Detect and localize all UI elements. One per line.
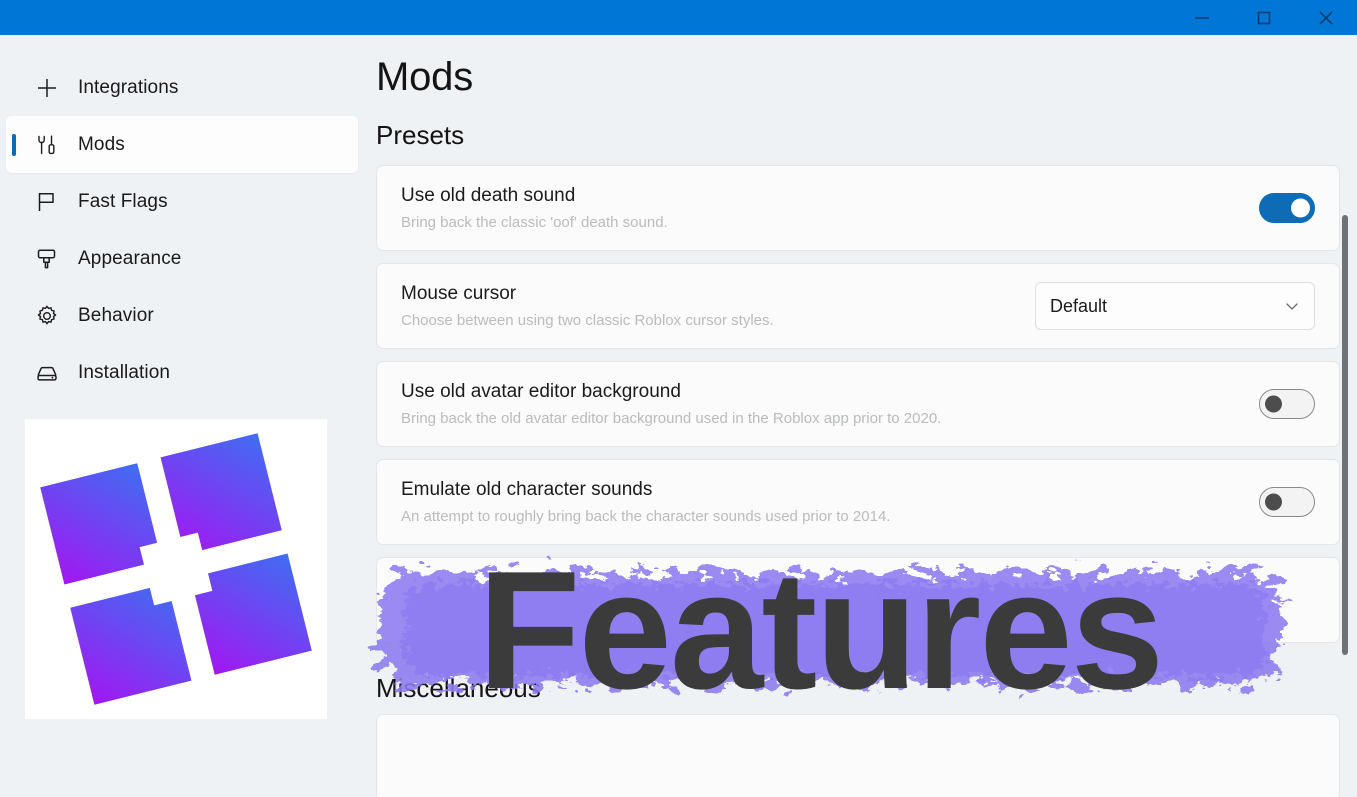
sidebar-item-label: Behavior — [78, 304, 154, 326]
sidebar-item-mods[interactable]: Mods — [6, 116, 358, 173]
setting-card[interactable]: Emulate old character sounds An attempt … — [376, 459, 1340, 545]
setting-card[interactable]: Use old avatar editor background Bring b… — [376, 361, 1340, 447]
scrollbar-thumb[interactable] — [1342, 215, 1348, 655]
sidebar-item-label: Integrations — [78, 76, 179, 98]
toggle-use-old-avatar-editor-background[interactable] — [1259, 389, 1315, 419]
sidebar-item-appearance[interactable]: Appearance — [6, 230, 358, 287]
title-bar — [0, 0, 1357, 35]
card-subtitle: Bring back the old avatar editor backgro… — [401, 409, 942, 427]
maximize-button[interactable] — [1233, 0, 1295, 35]
sidebar-item-fast-flags[interactable]: Fast Flags — [6, 173, 358, 230]
card-title: Use old death sound — [401, 185, 576, 207]
card-texts: Use old avatar editor background Bring b… — [401, 365, 1243, 443]
card-texts: Mouse cursor Choose between using two cl… — [401, 267, 1019, 345]
card-title: Emulate old character sounds — [401, 479, 653, 501]
plus-icon — [34, 75, 68, 101]
sidebar: Integrations Mods Fast Flags Appearance … — [0, 35, 360, 797]
dropdown-value: Default — [1050, 295, 1108, 316]
card-subtitle: An attempt to roughly bring back the cha… — [401, 507, 891, 525]
card-control: Default — [1035, 282, 1315, 330]
card-control — [1259, 487, 1315, 517]
sidebar-item-label: Appearance — [78, 247, 182, 269]
page-title: Mods — [376, 55, 474, 99]
toggle-knob — [1291, 198, 1310, 218]
tools-icon — [34, 132, 68, 158]
card-title: Use old avatar editor background — [401, 381, 681, 403]
card-texts: Use old death sound Bring back the class… — [401, 169, 1243, 247]
card-texts — [401, 742, 1315, 773]
sidebar-item-label: Installation — [78, 361, 171, 383]
dropdown-mouse-cursor[interactable]: Default — [1035, 282, 1315, 330]
sidebar-item-label: Mods — [78, 133, 125, 155]
app-window: Integrations Mods Fast Flags Appearance … — [0, 0, 1357, 797]
chevron-down-icon — [1284, 298, 1300, 314]
card-texts — [401, 585, 1315, 616]
scrollbar-track[interactable] — [1341, 105, 1349, 745]
sidebar-item-label: Fast Flags — [78, 190, 168, 212]
toggle-knob — [1265, 493, 1282, 511]
card-texts: Emulate old character sounds An attempt … — [401, 463, 1243, 541]
setting-card[interactable] — [376, 714, 1340, 797]
hard-drive-icon — [34, 360, 68, 386]
section-heading-presets: Presets — [376, 120, 465, 150]
content-area: Mods Presets Use old death sound Bring b… — [360, 35, 1357, 797]
toggle-emulate-old-character-sounds[interactable] — [1259, 487, 1315, 517]
setting-card[interactable]: Mouse cursor Choose between using two cl… — [376, 263, 1340, 349]
flag-icon — [34, 189, 68, 215]
section-heading-miscellaneous: Miscellaneous — [376, 673, 541, 703]
close-button[interactable] — [1295, 0, 1357, 35]
toggle-knob — [1265, 395, 1282, 413]
sidebar-item-behavior[interactable]: Behavior — [6, 287, 358, 344]
maximize-icon — [1253, 7, 1275, 29]
gear-icon — [34, 303, 68, 329]
minimize-button[interactable] — [1171, 0, 1233, 35]
toggle-use-old-death-sound[interactable] — [1259, 193, 1315, 223]
sidebar-item-integrations[interactable]: Integrations — [6, 59, 358, 116]
window-body: Integrations Mods Fast Flags Appearance … — [0, 35, 1357, 797]
card-control — [1259, 193, 1315, 223]
setting-card[interactable]: Use old death sound Bring back the class… — [376, 165, 1340, 251]
sidebar-item-installation[interactable]: Installation — [6, 344, 358, 401]
bloxstrap-logo — [25, 419, 327, 719]
paintbrush-icon — [34, 246, 68, 272]
card-subtitle: Bring back the classic 'oof' death sound… — [401, 213, 668, 231]
setting-card[interactable] — [376, 557, 1340, 643]
card-control — [1259, 389, 1315, 419]
card-title: Mouse cursor — [401, 283, 517, 305]
card-subtitle: Choose between using two classic Roblox … — [401, 311, 774, 329]
minimize-icon — [1191, 7, 1213, 29]
close-icon — [1315, 7, 1337, 29]
